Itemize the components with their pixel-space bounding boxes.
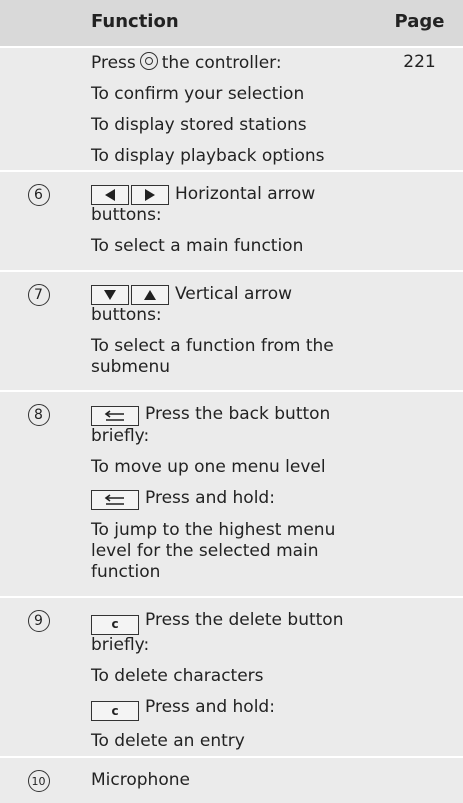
function-table: Function Page Press the controller: To co…	[0, 0, 463, 803]
list-item: To display stored stations	[91, 115, 307, 135]
item-number: 6	[27, 184, 50, 206]
down-arrow-icon	[91, 285, 129, 305]
back-button-icon	[91, 406, 139, 426]
page-number: 221	[403, 52, 436, 72]
table-row-9: 9 c Press the delete button briefly: To d…	[0, 598, 463, 758]
back-button-icon	[91, 490, 139, 510]
right-arrow-icon	[131, 185, 169, 205]
header-function: Function	[91, 11, 179, 32]
table-row-6: 6 Horizontal arrow buttons: To select a …	[0, 172, 463, 272]
up-arrow-icon	[131, 285, 169, 305]
delete-button-icon: c	[91, 614, 139, 635]
item-number: 9	[27, 610, 50, 632]
header-number-cell	[0, 0, 77, 46]
list-item: To confirm your selection	[91, 84, 305, 104]
table-row-controller: Press the controller: To confirm your sel…	[0, 48, 463, 172]
controller-icon	[139, 52, 158, 70]
table-row-10: 10 Microphone	[0, 758, 463, 803]
item-number: 8	[27, 404, 50, 426]
table-row-7: 7 Vertical arrow buttons: To select a fu…	[0, 272, 463, 392]
left-arrow-icon	[91, 185, 129, 205]
delete-button-icon: c	[91, 701, 139, 721]
item-number: 10	[27, 770, 50, 792]
table-header: Function Page	[0, 0, 463, 48]
header-page: Page	[394, 11, 445, 32]
item-number: 7	[27, 284, 50, 306]
table-row-8: 8 Press the back button briefly: To move…	[0, 392, 463, 598]
list-item: To display playback options	[91, 146, 325, 166]
